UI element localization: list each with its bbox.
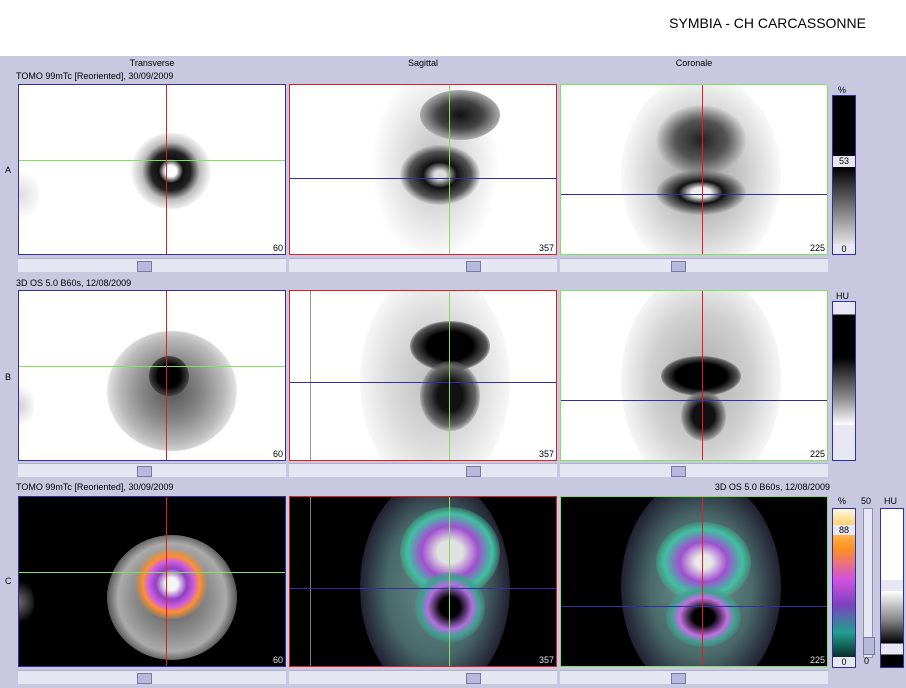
slice-number: 60: [272, 449, 283, 459]
scroll-thumb[interactable]: [466, 673, 481, 684]
scroll-thumb[interactable]: [466, 261, 481, 272]
scrollbar-c-sagittal[interactable]: [289, 670, 557, 684]
column-header-coronale: Coronale: [675, 58, 713, 68]
viewport-c-sagittal[interactable]: 357: [289, 496, 557, 667]
colorbar-c-unit: %: [838, 496, 847, 506]
row-a-series-label: TOMO 99mTc [Reoriented], 30/09/2009: [16, 71, 174, 81]
scrollbar-a-coronale[interactable]: [560, 258, 828, 272]
scrollbar-a-sagittal[interactable]: [289, 258, 557, 272]
blend-slider-value: 50: [861, 496, 872, 506]
slice-number: 357: [538, 655, 554, 665]
app-header: SYMBIA - CH CARCASSONNE: [0, 0, 906, 56]
colorbar-b[interactable]: [832, 301, 856, 461]
scroll-thumb[interactable]: [466, 466, 481, 477]
slice-number: 60: [272, 655, 283, 665]
slice-number: 357: [538, 449, 554, 459]
colorbar-c-min-value[interactable]: 0: [833, 657, 855, 667]
scroll-thumb[interactable]: [671, 466, 686, 477]
colorbar-a-max-value[interactable]: 53: [833, 156, 855, 166]
scrollbar-b-sagittal[interactable]: [289, 463, 557, 477]
viewport-b-transverse[interactable]: 60: [18, 290, 286, 461]
scroll-thumb[interactable]: [671, 673, 686, 684]
scroll-thumb[interactable]: [671, 261, 686, 272]
colorbar-c-gray[interactable]: [880, 508, 904, 668]
colorbar-c-hu-unit: HU: [884, 496, 897, 506]
row-c-series-label-right: 3D OS 5.0 B60s, 12/08/2009: [714, 482, 830, 492]
colorbar-a[interactable]: 53 0: [832, 95, 856, 255]
viewport-c-transverse[interactable]: 60: [18, 496, 286, 667]
row-b-series-label: 3D OS 5.0 B60s, 12/08/2009: [16, 278, 132, 288]
blend-slider-track[interactable]: [863, 508, 875, 658]
scroll-thumb[interactable]: [137, 673, 152, 684]
slice-number: 60: [272, 243, 283, 253]
slice-number: 357: [538, 243, 554, 253]
institution-title: SYMBIA - CH CARCASSONNE: [669, 15, 866, 31]
slice-number: 225: [809, 655, 825, 665]
scrollbar-a-transverse[interactable]: [18, 258, 286, 272]
scroll-thumb[interactable]: [137, 466, 152, 477]
blend-slider-min: 0: [864, 656, 870, 666]
viewport-b-coronale[interactable]: 225: [560, 290, 828, 461]
colorbar-a-min-value[interactable]: 0: [833, 244, 855, 254]
row-c-series-label: TOMO 99mTc [Reoriented], 30/09/2009: [16, 482, 174, 492]
viewport-a-coronale[interactable]: 225: [560, 84, 828, 255]
row-letter-c: C: [5, 576, 12, 586]
scrollbar-c-transverse[interactable]: [18, 670, 286, 684]
slice-number: 225: [809, 243, 825, 253]
scrollbar-b-coronale[interactable]: [560, 463, 828, 477]
colorbar-b-unit: HU: [836, 291, 849, 301]
scrollbar-b-transverse[interactable]: [18, 463, 286, 477]
viewport-b-sagittal[interactable]: 357: [289, 290, 557, 461]
colorbar-c-spectrum[interactable]: 88 0: [832, 508, 856, 668]
colorbar-c-max-value[interactable]: 88: [833, 525, 855, 535]
viewport-a-transverse[interactable]: 60: [18, 84, 286, 255]
scroll-thumb[interactable]: [137, 261, 152, 272]
row-letter-a: A: [5, 165, 12, 175]
scrollbar-c-coronale[interactable]: [560, 670, 828, 684]
blend-slider-thumb[interactable]: [863, 637, 875, 655]
viewport-a-sagittal[interactable]: 357: [289, 84, 557, 255]
column-header-transverse: Transverse: [129, 58, 175, 68]
viewport-c-coronale[interactable]: 225: [560, 496, 828, 667]
column-header-sagittal: Sagittal: [407, 58, 439, 68]
colorbar-a-unit: %: [838, 85, 847, 95]
slice-number: 225: [809, 449, 825, 459]
row-letter-b: B: [5, 372, 12, 382]
